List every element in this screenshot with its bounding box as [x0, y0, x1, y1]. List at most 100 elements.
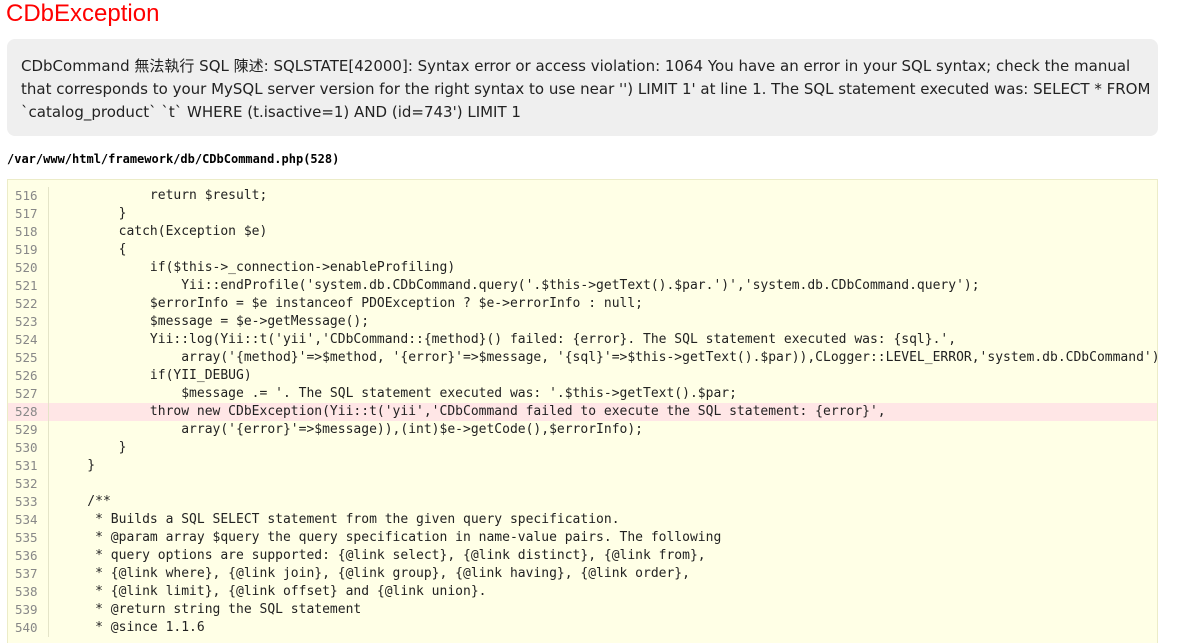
code-line: 534 * Builds a SQL SELECT statement from… [8, 511, 1157, 529]
line-number: 528 [15, 404, 38, 419]
gutter-divider [48, 295, 49, 313]
line-number: 530 [15, 440, 38, 455]
line-code: catch(Exception $e) [56, 224, 268, 239]
gutter-divider [48, 475, 49, 493]
code-line: 517 } [8, 205, 1157, 223]
line-number: 520 [15, 260, 38, 275]
gutter-divider [48, 583, 49, 601]
error-message-box: CDbCommand 無法執行 SQL 陳述: SQLSTATE[42000]:… [7, 39, 1158, 136]
code-line: 521 Yii::endProfile('system.db.CDbComman… [8, 277, 1157, 295]
line-number: 517 [15, 206, 38, 221]
line-code: return $result; [56, 188, 268, 203]
gutter-divider [48, 403, 49, 421]
gutter-divider [48, 439, 49, 457]
code-line: 518 catch(Exception $e) [8, 223, 1157, 241]
gutter-divider [48, 565, 49, 583]
gutter-divider [48, 493, 49, 511]
line-number: 537 [15, 566, 38, 581]
line-code: $errorInfo = $e instanceof PDOException … [56, 296, 643, 311]
gutter-divider [48, 205, 49, 223]
line-number: 539 [15, 602, 38, 617]
code-line: 537 * {@link where}, {@link join}, {@lin… [8, 565, 1157, 583]
line-code: * @since 1.1.6 [56, 620, 205, 635]
line-code: $message .= '. The SQL statement execute… [56, 386, 737, 401]
line-number: 516 [15, 188, 38, 203]
error-message-line: that corresponds to your MySQL server ve… [21, 80, 1151, 98]
line-code: * @return string the SQL statement [56, 602, 362, 617]
code-line: 523 $message = $e->getMessage(); [8, 313, 1157, 331]
code-line: 529 array('{error}'=>$message)),(int)$e-… [8, 421, 1157, 439]
code-line: 533 /** [8, 493, 1157, 511]
gutter-divider [48, 421, 49, 439]
code-line: 516 return $result; [8, 187, 1157, 205]
gutter-divider [48, 241, 49, 259]
line-code: * query options are supported: {@link se… [56, 548, 706, 563]
code-line: 540 * @since 1.1.6 [8, 619, 1157, 637]
code-line: 520 if($this->_connection->enableProfili… [8, 259, 1157, 277]
gutter-divider [48, 385, 49, 403]
line-number: 538 [15, 584, 38, 599]
gutter-divider [48, 223, 49, 241]
line-number: 536 [15, 548, 38, 563]
gutter-divider [48, 349, 49, 367]
line-code: Yii::endProfile('system.db.CDbCommand.qu… [56, 278, 980, 293]
line-number: 525 [15, 350, 38, 365]
line-code: * {@link limit}, {@link offset} and {@li… [56, 584, 487, 599]
line-code: * Builds a SQL SELECT statement from the… [56, 512, 620, 527]
line-number: 522 [15, 296, 38, 311]
line-number: 533 [15, 494, 38, 509]
line-code: $message = $e->getMessage(); [56, 314, 370, 329]
line-code: } [56, 206, 127, 221]
code-line: 522 $errorInfo = $e instanceof PDOExcept… [8, 295, 1157, 313]
gutter-divider [48, 619, 49, 637]
source-file-path: /var/www/html/framework/db/CDbCommand.ph… [7, 152, 340, 166]
source-code-panel: 516 return $result; 517 } 518 catch(Except… [7, 179, 1158, 643]
line-code: /** [56, 494, 111, 509]
code-line: 527 $message .= '. The SQL statement exe… [8, 385, 1157, 403]
line-number: 532 [15, 476, 38, 491]
line-number: 527 [15, 386, 38, 401]
gutter-divider [48, 529, 49, 547]
line-number: 524 [15, 332, 38, 347]
gutter-divider [48, 601, 49, 619]
gutter-divider [48, 511, 49, 529]
gutter-divider [48, 367, 49, 385]
gutter-divider [48, 331, 49, 349]
line-code: } [56, 440, 127, 455]
line-number: 529 [15, 422, 38, 437]
line-code: Yii::log(Yii::t('yii','CDbCommand::{meth… [56, 332, 957, 347]
line-number: 540 [15, 620, 38, 635]
error-message-line: CDbCommand 無法執行 SQL 陳述: SQLSTATE[42000]:… [21, 57, 1131, 75]
gutter-divider [48, 313, 49, 331]
gutter-divider [48, 187, 49, 205]
line-number: 519 [15, 242, 38, 257]
line-code: if($this->_connection->enableProfiling) [56, 260, 456, 275]
error-message-line: `catalog_product` `t` WHERE (t.isactive=… [21, 103, 521, 121]
code-line: 538 * {@link limit}, {@link offset} and … [8, 583, 1157, 601]
gutter-divider [48, 457, 49, 475]
exception-title: CDbException [6, 0, 160, 27]
code-line: 531 } [8, 457, 1157, 475]
line-number: 521 [15, 278, 38, 293]
line-code: array('{error}'=>$message)),(int)$e->get… [56, 422, 643, 437]
code-line: 524 Yii::log(Yii::t('yii','CDbCommand::{… [8, 331, 1157, 349]
code-line: 532 [8, 475, 1157, 493]
line-code: { [56, 242, 127, 257]
code-line: 526 if(YII_DEBUG) [8, 367, 1157, 385]
line-number: 535 [15, 530, 38, 545]
code-line: 536 * query options are supported: {@lin… [8, 547, 1157, 565]
line-number: 523 [15, 314, 38, 329]
line-code: } [56, 458, 96, 473]
code-line: 525 array('{method}'=>$method, '{error}'… [8, 349, 1157, 367]
line-number: 518 [15, 224, 38, 239]
line-code: array('{method}'=>$method, '{error}'=>$m… [56, 350, 1158, 365]
code-line-error: 528 throw new CDbException(Yii::t('yii',… [8, 403, 1157, 421]
line-code: throw new CDbException(Yii::t('yii','CDb… [56, 404, 886, 419]
line-code: * @param array $query the query specific… [56, 530, 722, 545]
gutter-divider [48, 547, 49, 565]
code-line: 535 * @param array $query the query spec… [8, 529, 1157, 547]
line-number: 526 [15, 368, 38, 383]
code-line: 519 { [8, 241, 1157, 259]
line-code: if(YII_DEBUG) [56, 368, 252, 383]
code-line: 530 } [8, 439, 1157, 457]
